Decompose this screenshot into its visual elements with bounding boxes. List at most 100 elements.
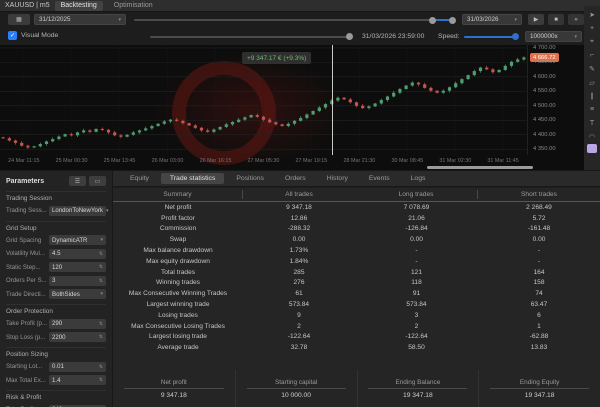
tab-equity[interactable]: Equity — [121, 173, 158, 184]
table-cell: 6 — [478, 312, 600, 319]
crosshair-icon[interactable]: ⌖ — [586, 36, 598, 48]
range-start-handle[interactable] — [429, 17, 436, 24]
pointer-icon[interactable]: ➤ — [586, 9, 598, 21]
parameter-stepper[interactable]: 0.01⇅ — [49, 362, 106, 372]
time-tick-label: 28 Mar 21:30 — [343, 158, 375, 164]
table-cell: 2 268.49 — [478, 204, 600, 211]
parameter-label: Starting Lot... — [6, 363, 42, 370]
tab-orders[interactable]: Orders — [276, 173, 315, 184]
list-icon[interactable]: ≡ — [586, 104, 598, 116]
parameter-label: Trade Directi... — [6, 291, 46, 298]
titlebar-tab-backtesting[interactable]: Backtesting — [55, 1, 103, 11]
speed-handle[interactable] — [512, 33, 519, 40]
table-row: Max balance drawdown1.73%-- — [113, 245, 600, 256]
parameter-stepper[interactable]: 4.5⇅ — [49, 249, 106, 259]
account-summary-bar: Net profit9 347.18Starting capital10 000… — [113, 370, 600, 407]
table-header-row: SummaryAll tradesLong tradesShort trades — [113, 188, 600, 202]
step-forward-button[interactable]: » — [568, 14, 584, 25]
table-row: Profit factor12.8621.065.72 — [113, 213, 600, 224]
parameter-select[interactable]: BothSides▾ — [49, 289, 106, 299]
parameter-row: Starting Lot... 0.01⇅ — [6, 362, 106, 372]
parameter-row: Grid Spacing DynamicATR▾ — [6, 235, 106, 245]
parameter-label: Grid Spacing — [6, 237, 41, 244]
table-cell: 7 078.69 — [355, 204, 478, 211]
start-date-select[interactable]: 31/12/2025 ▾ — [34, 14, 126, 25]
column-header: Long trades — [355, 190, 478, 199]
table-cell: 91 — [355, 290, 478, 297]
column-header: Short trades — [478, 191, 600, 198]
titlebar-tab-optimisation[interactable]: Optimisation — [108, 1, 159, 11]
tab-history[interactable]: History — [318, 173, 357, 184]
table-cell: -122.64 — [243, 333, 355, 340]
color-swatch[interactable] — [587, 144, 597, 153]
channel-icon[interactable]: ∥ — [586, 90, 598, 102]
add-icon[interactable]: + — [586, 23, 598, 35]
candlestick-chart: +9 347.17 € (+9.3%) 4 666.72 4 700.004 6… — [0, 45, 584, 170]
stop-button[interactable]: ■ — [548, 14, 564, 25]
tab-positions[interactable]: Positions — [227, 173, 273, 184]
calendar-icon: ▦ — [16, 16, 22, 23]
summary-label: Starting capital — [247, 379, 346, 390]
tab-events[interactable]: Events — [360, 173, 399, 184]
backtesting-window: XAUUSD | m5 BacktestingOptimisation ▦ 31… — [0, 0, 600, 407]
table-row: Largest losing trade-122.64-122.64-62.88 — [113, 332, 600, 343]
price-axis: 4 666.72 4 700.004 650.004 600.004 550.0… — [527, 45, 584, 155]
play-button[interactable]: ▶ — [528, 14, 544, 25]
time-tick-label: 27 Mar 05:30 — [248, 158, 280, 164]
spinner-icon: ⇅ — [99, 278, 103, 284]
shapes-icon[interactable]: ▱ — [586, 77, 598, 89]
parameter-stepper[interactable]: 3⇅ — [49, 276, 106, 286]
parameter-stepper[interactable]: 290⇅ — [49, 319, 106, 329]
parameter-value: LondonToNewYork — [52, 207, 103, 214]
range-end-handle[interactable] — [449, 17, 456, 24]
tab-trade-statistics[interactable]: Trade statistics — [161, 173, 224, 184]
date-range-slider[interactable] — [134, 19, 455, 21]
section-title: Position Sizing — [6, 347, 106, 358]
table-cell: Commission — [113, 225, 243, 232]
parameter-stepper[interactable]: 2200⇅ — [49, 332, 106, 342]
tab-logs[interactable]: Logs — [402, 173, 435, 184]
table-cell: 2 — [243, 323, 355, 330]
time-tick-label: 31 Mar 02:30 — [439, 158, 471, 164]
parameter-value: 3 — [52, 277, 55, 284]
visual-mode-checkbox[interactable]: ✓ — [8, 31, 17, 40]
chart-scrollbar[interactable] — [427, 166, 533, 169]
chevron-down-icon: ▾ — [514, 17, 517, 23]
parameter-row: Orders Per S...3⇅ — [6, 276, 106, 286]
spinner-icon: ⇅ — [99, 377, 103, 383]
measure-icon[interactable]: ⌐ — [586, 50, 598, 62]
table-cell: Max Consecutive Winning Trades — [113, 290, 243, 297]
parameter-stepper[interactable]: 120⇅ — [49, 262, 106, 272]
spinner-icon: ⇅ — [99, 251, 103, 257]
progress-slider[interactable] — [150, 36, 350, 38]
parameter-select[interactable]: LondonToNewYork▾ — [49, 206, 106, 216]
chevron-down-icon: ▾ — [100, 291, 103, 297]
table-cell: 573.84 — [243, 301, 355, 308]
parameter-select[interactable]: DynamicATR▾ — [49, 235, 106, 245]
table-cell: Max equity drawdown — [113, 258, 243, 265]
parameter-label: Stop Loss (p... — [6, 334, 45, 341]
parameter-row: Stop Loss (p... 2200⇅ — [6, 332, 106, 342]
summary-label: Ending Balance — [368, 379, 467, 390]
text-tool-icon[interactable]: T — [586, 117, 598, 129]
arc-icon[interactable]: ◠ — [586, 131, 598, 143]
table-row: Commission-288.32-126.84-161.48 — [113, 224, 600, 235]
table-cell: 58.50 — [355, 344, 478, 351]
progress-handle[interactable] — [346, 33, 353, 40]
table-cell: 13.83 — [478, 344, 600, 351]
time-tick-label: 30 Mar 08:45 — [391, 158, 423, 164]
parameter-row: Take Profit (p...290⇅ — [6, 319, 106, 329]
table-cell: -126.84 — [355, 225, 478, 232]
speed-slider[interactable] — [464, 36, 518, 38]
pencil-icon[interactable]: ✎ — [586, 63, 598, 75]
parameter-value: 290 — [52, 320, 62, 327]
parameter-row: Trading Sess...LondonToNewYork▾ — [6, 206, 106, 216]
end-date-select[interactable]: 31/03/2026 ▾ — [462, 14, 522, 25]
compact-view-button[interactable]: ▭ — [89, 176, 106, 186]
calendar-button[interactable]: ▦ — [8, 14, 30, 25]
speed-select[interactable]: 1000000x ▾ — [525, 31, 582, 42]
chevron-down-icon: ▾ — [574, 34, 577, 40]
list-view-button[interactable]: ☰ — [69, 176, 86, 186]
table-row: Average trade32.7858.5013.83 — [113, 342, 600, 353]
parameter-stepper[interactable]: 1.4⇅ — [49, 375, 106, 385]
